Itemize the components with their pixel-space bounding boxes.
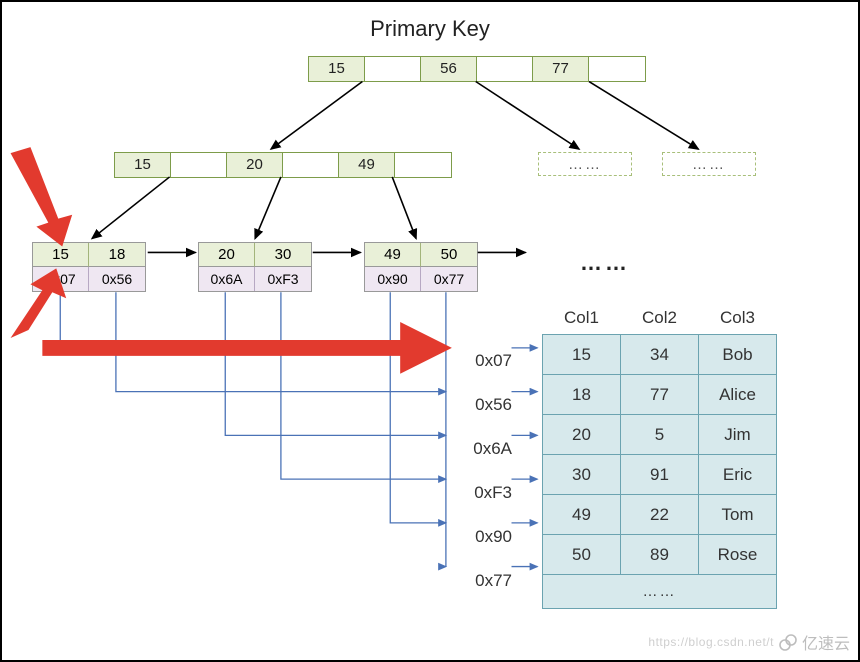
btree-leaf-node: 49500x900x77 bbox=[364, 242, 478, 292]
row-pointer-label: 0x90 bbox=[452, 515, 512, 559]
index-cell: 15 bbox=[309, 57, 365, 81]
index-cell bbox=[283, 153, 339, 177]
row-pointer-label: 0xF3 bbox=[452, 471, 512, 515]
table-cell: Tom bbox=[699, 495, 777, 535]
watermark-logo-icon bbox=[778, 632, 798, 652]
leaf-row-pointer: 0x90 bbox=[365, 267, 421, 291]
label-to-table-lines bbox=[512, 348, 538, 567]
table-row: 5089Rose bbox=[543, 535, 777, 575]
leaf-key: 15 bbox=[33, 243, 89, 267]
leaf-row-pointer: 0x77 bbox=[421, 267, 477, 291]
row-pointer-label: 0x6A bbox=[452, 427, 512, 471]
table-cell: 30 bbox=[543, 455, 621, 495]
index-cell: 15 bbox=[115, 153, 171, 177]
leaf-row-pointer: 0x6A bbox=[199, 267, 255, 291]
watermark-brand: 亿速云 bbox=[802, 630, 850, 654]
tree-edge bbox=[589, 82, 698, 150]
index-cell: 77 bbox=[533, 57, 589, 81]
leaf-key: 18 bbox=[89, 243, 145, 267]
table-cell: Alice bbox=[699, 375, 777, 415]
leaf-key: 50 bbox=[421, 243, 477, 267]
leaf-key: 20 bbox=[199, 243, 255, 267]
row-pointer-label: 0x56 bbox=[452, 383, 512, 427]
table-row: 3091Eric bbox=[543, 455, 777, 495]
leaf-key: 30 bbox=[255, 243, 311, 267]
table-cell: 22 bbox=[621, 495, 699, 535]
btree-leaf-node: 20300x6A0xF3 bbox=[198, 242, 312, 292]
ellipsis: …… bbox=[580, 250, 630, 276]
table-cell: 34 bbox=[621, 335, 699, 375]
tree-edge bbox=[92, 177, 170, 239]
tree-edge bbox=[271, 82, 362, 150]
tree-edge bbox=[392, 177, 416, 239]
table-cell: 50 bbox=[543, 535, 621, 575]
leaf-row-pointer: 0x07 bbox=[33, 267, 89, 291]
watermark-faded: https://blog.csdn.net/t bbox=[648, 635, 774, 649]
table-row-ellipsis: …… bbox=[543, 575, 777, 609]
diagram-title: Primary Key bbox=[2, 16, 858, 42]
btree-leaf-node: 15180x070x56 bbox=[32, 242, 146, 292]
index-cell bbox=[395, 153, 451, 177]
watermark: https://blog.csdn.net/t 亿速云 bbox=[644, 628, 854, 656]
leaf-row-pointer: 0xF3 bbox=[255, 267, 311, 291]
table-cell: …… bbox=[543, 575, 777, 609]
table-cell: 91 bbox=[621, 455, 699, 495]
table-cell: 77 bbox=[621, 375, 699, 415]
table-cell: 49 bbox=[543, 495, 621, 535]
table-cell: Eric bbox=[699, 455, 777, 495]
table-header: Col3 bbox=[699, 302, 777, 335]
index-cell: 49 bbox=[339, 153, 395, 177]
btree-node-placeholder: …… bbox=[662, 152, 756, 176]
btree-root-node: 15 56 77 bbox=[308, 56, 646, 82]
btree-node-placeholder: …… bbox=[538, 152, 632, 176]
leaf-key: 49 bbox=[365, 243, 421, 267]
index-cell bbox=[477, 57, 533, 81]
table-header: Col2 bbox=[621, 302, 699, 335]
index-cell bbox=[365, 57, 421, 81]
table-cell: 15 bbox=[543, 335, 621, 375]
index-cell bbox=[171, 153, 227, 177]
table-cell: 20 bbox=[543, 415, 621, 455]
btree-internal-node: 15 20 49 bbox=[114, 152, 452, 178]
tree-edge bbox=[255, 177, 281, 239]
row-pointer-label: 0x77 bbox=[452, 559, 512, 603]
table-row: 1877Alice bbox=[543, 375, 777, 415]
index-cell: 56 bbox=[421, 57, 477, 81]
table-cell: Bob bbox=[699, 335, 777, 375]
row-pointer-lines bbox=[60, 292, 446, 566]
leaf-row-pointer: 0x56 bbox=[89, 267, 145, 291]
row-pointer-labels: 0x070x560x6A0xF30x900x77 bbox=[452, 339, 512, 603]
table-row: 1534Bob bbox=[543, 335, 777, 375]
table-cell: 5 bbox=[621, 415, 699, 455]
index-cell bbox=[589, 57, 645, 81]
table-row: 4922Tom bbox=[543, 495, 777, 535]
index-cell: 20 bbox=[227, 153, 283, 177]
table-cell: 89 bbox=[621, 535, 699, 575]
table-cell: 18 bbox=[543, 375, 621, 415]
diagram-stage: Primary Key 155677 152049 …… …… 15180x07… bbox=[0, 0, 860, 662]
table-header: Col1 bbox=[543, 302, 621, 335]
table-row: 205Jim bbox=[543, 415, 777, 455]
table-cell: Rose bbox=[699, 535, 777, 575]
data-table: Col1Col2Col31534Bob1877Alice205Jim3091Er… bbox=[542, 302, 777, 609]
table-cell: Jim bbox=[699, 415, 777, 455]
row-pointer-label: 0x07 bbox=[452, 339, 512, 383]
tree-edge bbox=[476, 82, 579, 150]
